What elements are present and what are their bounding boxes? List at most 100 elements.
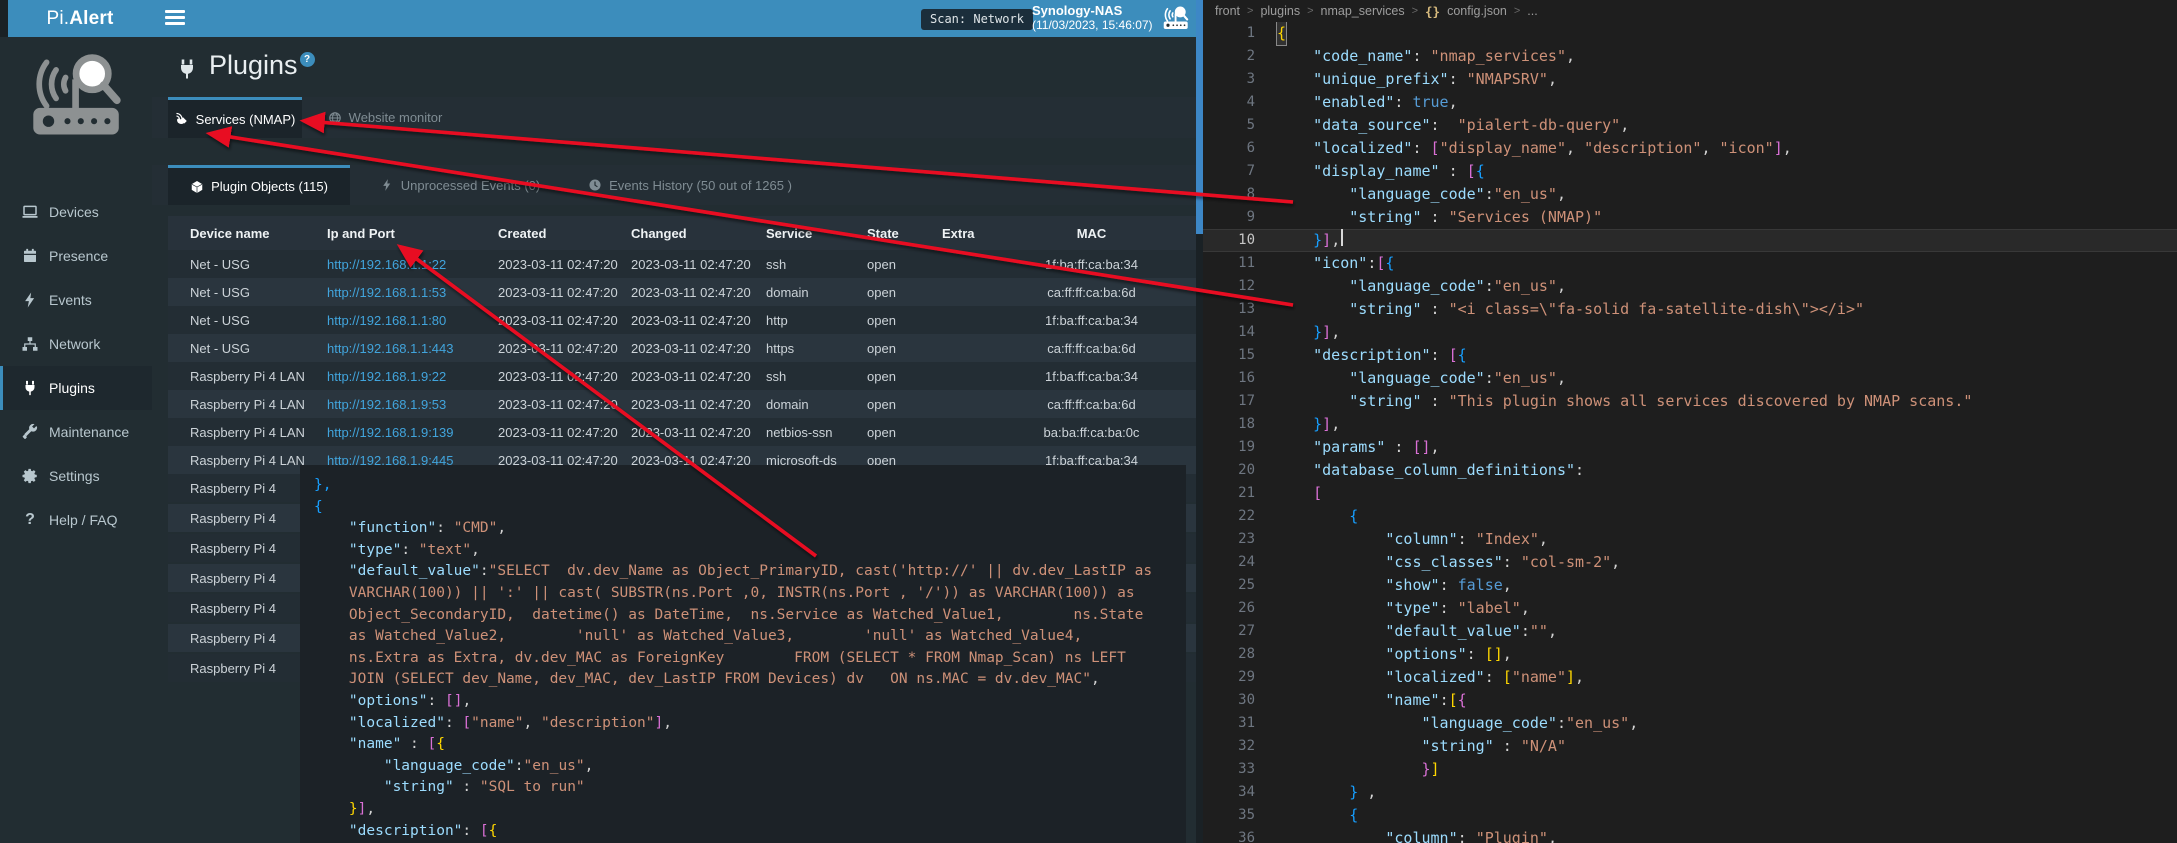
column-header-service[interactable]: Service (766, 216, 862, 250)
sidebar-item-help-faq[interactable]: ?Help / FAQ (0, 498, 152, 542)
editor-line-18[interactable]: 18 }], (1203, 413, 2177, 436)
editor-line-19[interactable]: 19 "params" : [], (1203, 436, 2177, 459)
editor-line-13[interactable]: 13 "string" : "<i class=\"fa-solid fa-sa… (1203, 298, 2177, 321)
line-number: 16 (1203, 367, 1277, 390)
editor-line-21[interactable]: 21 [ (1203, 482, 2177, 505)
editor-line-12[interactable]: 12 "language_code":"en_us", (1203, 275, 2177, 298)
cell-service: https (766, 334, 862, 362)
sidebar-item-network[interactable]: Network (0, 322, 152, 366)
breadcrumb-item[interactable]: config.json (1447, 4, 1507, 18)
line-number: 13 (1203, 298, 1277, 321)
question-icon: ? (21, 511, 39, 529)
editor-line-8[interactable]: 8 "language_code":"en_us", (1203, 183, 2177, 206)
editor-line-24[interactable]: 24 "css_classes": "col-sm-2", (1203, 551, 2177, 574)
editor-line-27[interactable]: 27 "default_value":"", (1203, 620, 2177, 643)
editor-line-23[interactable]: 23 "column": "Index", (1203, 528, 2177, 551)
ip-port-link[interactable]: http://192.168.1.1:22 (327, 257, 446, 272)
editor-line-20[interactable]: 20 "database_column_definitions": (1203, 459, 2177, 482)
editor-line-2[interactable]: 2 "code_name": "nmap_services", (1203, 45, 2177, 68)
editor-line-35[interactable]: 35 { (1203, 804, 2177, 827)
main-scrollbar-track[interactable] (1196, 0, 1203, 843)
editor-line-31[interactable]: 31 "language_code":"en_us", (1203, 712, 2177, 735)
ip-port-link[interactable]: http://192.168.1.9:139 (327, 425, 454, 440)
breadcrumb-item[interactable]: front (1215, 4, 1240, 18)
cell-mac: ca:ff:ff:ca:ba:6d (1014, 278, 1169, 306)
breadcrumb[interactable]: front>plugins>nmap_services>{}config.jso… (1203, 0, 2177, 22)
tab-website-monitor[interactable]: Website monitor (310, 97, 460, 138)
column-header-state[interactable]: State (867, 216, 937, 250)
breadcrumb-item[interactable]: ... (1527, 4, 1537, 18)
editor-line-17[interactable]: 17 "string" : "This plugin shows all ser… (1203, 390, 2177, 413)
pialert-mini-logo-icon (1160, 5, 1192, 32)
editor-line-14[interactable]: 14 }], (1203, 321, 2177, 344)
editor-line-6[interactable]: 6 "localized": ["display_name", "descrip… (1203, 137, 2177, 160)
line-number: 33 (1203, 758, 1277, 781)
editor-line-16[interactable]: 16 "language_code":"en_us", (1203, 367, 2177, 390)
editor-line-4[interactable]: 4 "enabled": true, (1203, 91, 2177, 114)
sidebar-item-presence[interactable]: Presence (0, 234, 152, 278)
editor-line-22[interactable]: 22 { (1203, 505, 2177, 528)
sidebar-item-label: Presence (49, 248, 108, 264)
hamburger-menu-icon[interactable] (165, 10, 185, 26)
table-header: Device nameIp and PortCreatedChangedServ… (168, 216, 1196, 251)
cell-state: open (867, 250, 937, 278)
sidebar-item-plugins[interactable]: Plugins (0, 366, 152, 410)
editor-line-36[interactable]: 36 "column": "Plugin", (1203, 827, 2177, 843)
code-line: JOIN (SELECT dev_Name, dev_MAC, dev_Last… (314, 669, 1186, 691)
editor-line-32[interactable]: 32 "string" : "N/A" (1203, 735, 2177, 758)
sidebar-item-settings[interactable]: Settings (0, 454, 152, 498)
editor-line-5[interactable]: 5 "data_source": "pialert-db-query", (1203, 114, 2177, 137)
editor-line-25[interactable]: 25 "show": false, (1203, 574, 2177, 597)
line-number: 18 (1203, 413, 1277, 436)
plugin-config-code-panel[interactable]: },{ "function": "CMD", "type": "text", "… (300, 465, 1186, 843)
breadcrumb-item[interactable]: plugins (1260, 4, 1300, 18)
column-header-extra[interactable]: Extra (942, 216, 1010, 250)
ip-port-link[interactable]: http://192.168.1.1:53 (327, 285, 446, 300)
ip-port-link[interactable]: http://192.168.1.9:53 (327, 397, 446, 412)
editor-line-11[interactable]: 11 "icon":[{ (1203, 252, 2177, 275)
editor-line-30[interactable]: 30 "name":[{ (1203, 689, 2177, 712)
editor-line-26[interactable]: 26 "type": "label", (1203, 597, 2177, 620)
ip-port-link[interactable]: http://192.168.1.1:80 (327, 313, 446, 328)
cell-extra (942, 278, 1010, 306)
editor-line-1[interactable]: 1{ (1203, 22, 2177, 45)
breadcrumb-separator: > (1514, 5, 1520, 17)
line-number: 11 (1203, 252, 1277, 275)
editor-line-33[interactable]: 33 }] (1203, 758, 2177, 781)
column-header-mac[interactable]: MAC (1014, 216, 1169, 250)
ip-port-link[interactable]: http://192.168.1.1:443 (327, 341, 454, 356)
ip-port-link[interactable]: http://192.168.1.9:22 (327, 369, 446, 384)
help-badge[interactable]: ? (300, 52, 315, 67)
editor-line-9[interactable]: 9 "string" : "Services (NMAP)" (1203, 206, 2177, 229)
editor-line-29[interactable]: 29 "localized": ["name"], (1203, 666, 2177, 689)
pialert-app-screenshot: { "colors":{"accent":"#3c8dbc","arrow":"… (0, 0, 2177, 843)
column-header-created[interactable]: Created (498, 216, 626, 250)
main-scrollbar-thumb[interactable] (1196, 0, 1203, 234)
breadcrumb-item[interactable]: nmap_services (1321, 4, 1405, 18)
editor-line-15[interactable]: 15 "description": [{ (1203, 344, 2177, 367)
brand-logo[interactable]: Pi.Alert (8, 0, 152, 37)
editor-line-28[interactable]: 28 "options": [], (1203, 643, 2177, 666)
editor-lines[interactable]: 1{2 "code_name": "nmap_services",3 "uniq… (1203, 22, 2177, 843)
code-editor[interactable]: front>plugins>nmap_services>{}config.jso… (1203, 0, 2177, 843)
subtab-events-history-50-out-of-1265[interactable]: Events History (50 out of 1265 ) (570, 165, 810, 205)
editor-line-34[interactable]: 34 } , (1203, 781, 2177, 804)
cell-service: domain (766, 390, 862, 418)
editor-line-7[interactable]: 7 "display_name" : [{ (1203, 160, 2177, 183)
column-header-device-name[interactable]: Device name (190, 216, 320, 250)
text-cursor (1341, 229, 1343, 246)
sidebar-item-devices[interactable]: Devices (0, 190, 152, 234)
sidebar-item-maintenance[interactable]: Maintenance (0, 410, 152, 454)
editor-line-3[interactable]: 3 "unique_prefix": "NMAPSRV", (1203, 68, 2177, 91)
code-line: "name" : [{ (314, 734, 1186, 756)
cell-created: 2023-03-11 02:47:20 (498, 362, 626, 390)
code-line: }, (314, 475, 1186, 497)
subtab-plugin-objects-115[interactable]: Plugin Objects (115) (168, 165, 350, 205)
column-header-ip-and-port[interactable]: Ip and Port (327, 216, 492, 250)
sidebar-item-events[interactable]: Events (0, 278, 152, 322)
editor-line-10[interactable]: 10 }], (1203, 229, 2177, 252)
tab-services-nmap[interactable]: Services (NMAP) (168, 97, 302, 138)
column-header-changed[interactable]: Changed (631, 216, 761, 250)
subtab-unprocessed-events-0[interactable]: Unprocessed Events (0) (360, 165, 560, 205)
brand-bold: Alert (69, 8, 113, 30)
